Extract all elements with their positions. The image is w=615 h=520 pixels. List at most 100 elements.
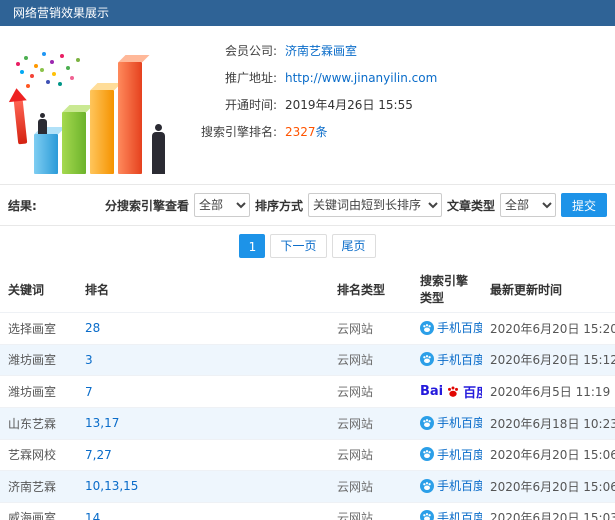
engine-filter-label: 分搜索引擎查看 xyxy=(105,197,189,214)
engine-cell: 手机百度 xyxy=(412,471,482,503)
updated-time-text: 2020年6月20日 15:06 xyxy=(490,480,615,494)
member-info-panel: 会员公司:济南艺霖画室 推广地址: http://www.jinanyilin.c… xyxy=(185,32,615,180)
updated-time-text: 2020年6月20日 15:03 xyxy=(490,511,615,520)
pagination-current-page[interactable]: 1 xyxy=(239,234,265,258)
pagination-last-button[interactable]: 尾页 xyxy=(332,234,376,258)
updated-cell: 2020年6月20日 15:06 xyxy=(482,471,615,503)
growth-arrow-icon xyxy=(14,100,28,145)
updated-cell: 2020年6月20日 15:20 xyxy=(482,313,615,345)
pagination: 1 下一页 尾页 xyxy=(0,226,615,266)
filter-bar: 结果: 分搜索引擎查看 全部 排序方式 关键词由短到长排序 文章类型 全部 提交 xyxy=(0,184,615,226)
rank-type-cell: 云网站 xyxy=(329,439,412,471)
article-type-select[interactable]: 全部 xyxy=(500,193,556,217)
rank-type-cell: 云网站 xyxy=(329,344,412,376)
keyword-text: 威海画室 xyxy=(8,511,56,520)
rank-type-cell: 云网站 xyxy=(329,502,412,520)
rank-cell: 7,27 xyxy=(77,439,329,471)
updated-cell: 2020年6月20日 15:12 xyxy=(482,344,615,376)
rank-type-text: 云网站 xyxy=(337,417,373,431)
promotion-url-label: 推广地址: xyxy=(185,65,277,92)
keyword-cell: 济南艺霖 xyxy=(0,471,77,503)
rank-cell: 28 xyxy=(77,313,329,345)
keyword-text: 山东艺霖 xyxy=(8,417,56,431)
engine-cell: 手机百度 xyxy=(412,408,482,440)
rank-cell: 7 xyxy=(77,376,329,408)
open-time-value: 2019年4月26日 15:55 xyxy=(285,98,413,112)
keyword-cell: 选择画室 xyxy=(0,313,77,345)
result-label: 结果: xyxy=(8,197,37,214)
rank-type-cell: 云网站 xyxy=(329,471,412,503)
engine-cell: 手机百度 xyxy=(412,344,482,376)
baidu-wordmark-text: Bai xyxy=(420,384,443,399)
baidu-paw-icon xyxy=(420,510,434,520)
rank-type-text: 云网站 xyxy=(337,322,373,336)
person-figure xyxy=(38,119,47,134)
table-row: 潍坊画室 7 云网站 Bai xyxy=(0,376,615,408)
promo-chart-image xyxy=(0,32,185,180)
chart-bar xyxy=(90,90,114,174)
engine-name-text: 手机百度 xyxy=(437,477,482,494)
table-row: 威海画室 14 云网站 xyxy=(0,502,615,520)
updated-time-text: 2020年6月20日 15:20 xyxy=(490,322,615,336)
rank-cell: 14 xyxy=(77,502,329,520)
rank-link[interactable]: 14 xyxy=(85,511,100,520)
rank-link[interactable]: 10,13,15 xyxy=(85,479,138,493)
rank-link[interactable]: 13,17 xyxy=(85,416,119,430)
engine-name-text: 手机百度 xyxy=(437,446,482,463)
submit-button[interactable]: 提交 xyxy=(561,193,607,217)
engine-link[interactable]: 手机百度 xyxy=(420,509,482,520)
page-title: 网络营销效果展示 xyxy=(13,6,109,20)
table-row: 山东艺霖 13,17 云网站 xyxy=(0,408,615,440)
engine-link[interactable]: 手机百度 xyxy=(420,351,482,368)
rank-count-value: 2327 xyxy=(285,125,316,139)
table-row: 艺霖网校 7,27 云网站 xyxy=(0,439,615,471)
pagination-next-button[interactable]: 下一页 xyxy=(270,234,326,258)
company-row: 会员公司:济南艺霖画室 xyxy=(185,38,615,65)
chart-bar xyxy=(118,62,142,174)
baidu-paw-icon xyxy=(420,416,434,430)
engine-name-text: 百度 xyxy=(463,382,482,401)
chart-bar xyxy=(62,112,86,174)
rank-type-cell: 云网站 xyxy=(329,408,412,440)
engine-name-text: 手机百度 xyxy=(437,509,482,520)
keyword-cell: 威海画室 xyxy=(0,502,77,520)
updated-time-text: 2020年6月20日 15:12 xyxy=(490,353,615,367)
open-time-label: 开通时间: xyxy=(185,92,277,119)
page: 网络营销效果展示 会员公司:济南艺霖画室 推广地址: http://www.jin… xyxy=(0,0,615,520)
rank-type-cell: 云网站 xyxy=(329,376,412,408)
results-table: 关键词 排名 排名类型 搜索引擎类型 最新更新时间 选择画室 28 云网站 xyxy=(0,266,615,520)
rank-type-text: 云网站 xyxy=(337,511,373,520)
rank-link[interactable]: 7 xyxy=(85,385,93,399)
engine-link[interactable]: Bai 百 xyxy=(420,382,482,401)
engine-link[interactable]: 手机百度 xyxy=(420,319,482,336)
updated-time-text: 2020年6月18日 10:23 xyxy=(490,417,615,431)
engine-link[interactable]: 手机百度 xyxy=(420,477,482,494)
keyword-text: 艺霖网校 xyxy=(8,448,56,462)
engine-cell: Bai 百 xyxy=(412,376,482,408)
promotion-url-link[interactable]: http://www.jinanyilin.com xyxy=(285,71,437,85)
engine-link[interactable]: 手机百度 xyxy=(420,414,482,431)
rank-link[interactable]: 7,27 xyxy=(85,448,112,462)
table-body: 选择画室 28 云网站 xyxy=(0,313,615,520)
rank-cell: 3 xyxy=(77,344,329,376)
engine-link[interactable]: 手机百度 xyxy=(420,446,482,463)
updated-time-text: 2020年6月20日 15:06 xyxy=(490,448,615,462)
table-row: 济南艺霖 10,13,15 云网站 xyxy=(0,471,615,503)
rank-link[interactable]: 3 xyxy=(85,353,93,367)
engine-cell: 手机百度 xyxy=(412,313,482,345)
rank-link[interactable]: 28 xyxy=(85,321,100,335)
sort-filter-select[interactable]: 关键词由短到长排序 xyxy=(308,193,442,217)
engine-cell: 手机百度 xyxy=(412,439,482,471)
baidu-paw-icon xyxy=(420,352,434,366)
table-row: 潍坊画室 3 云网站 xyxy=(0,344,615,376)
engine-name-text: 手机百度 xyxy=(437,319,482,336)
col-header-updated: 最新更新时间 xyxy=(482,266,615,313)
keyword-cell: 潍坊画室 xyxy=(0,376,77,408)
rank-total-row: 搜索引擎排名:2327条 xyxy=(185,119,615,146)
rank-type-cell: 云网站 xyxy=(329,313,412,345)
keyword-text: 选择画室 xyxy=(8,322,56,336)
keyword-cell: 艺霖网校 xyxy=(0,439,77,471)
baidu-paw-icon xyxy=(420,447,434,461)
engine-filter-select[interactable]: 全部 xyxy=(194,193,250,217)
company-name-link[interactable]: 济南艺霖画室 xyxy=(285,44,357,58)
